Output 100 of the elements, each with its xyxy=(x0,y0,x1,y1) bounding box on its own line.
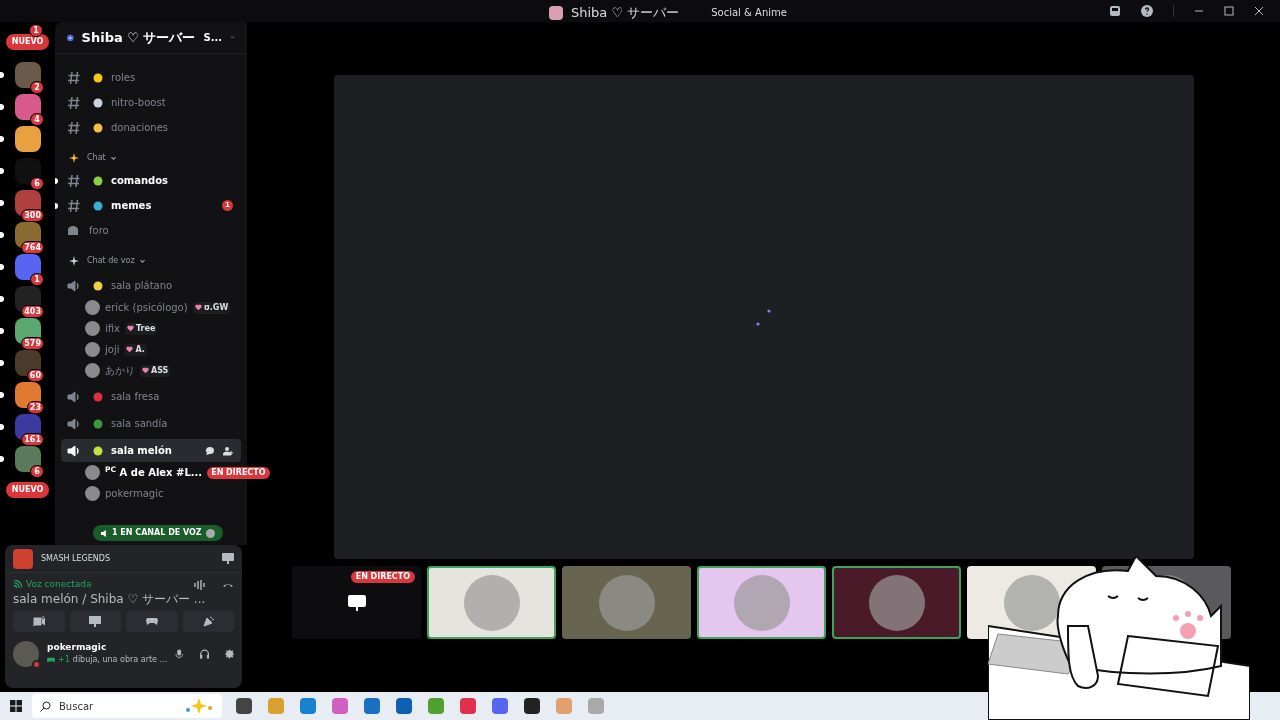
emoji-icon xyxy=(93,122,103,133)
live-badge: EN DIRECTO xyxy=(350,571,415,583)
new-badge[interactable]: NUEVO xyxy=(5,482,50,498)
member-tag: Tree xyxy=(125,322,158,335)
mention-badge: 6 xyxy=(30,177,44,190)
participant-tile[interactable] xyxy=(697,566,826,639)
settings-icon[interactable] xyxy=(224,647,234,660)
channel-item[interactable]: foro xyxy=(61,219,241,242)
soundboard-button[interactable] xyxy=(182,610,234,632)
participant-tile[interactable] xyxy=(427,566,556,639)
avatar xyxy=(85,486,100,501)
participant-tile[interactable] xyxy=(832,566,961,639)
participant-tile[interactable] xyxy=(562,566,691,639)
hash-icon xyxy=(67,120,81,135)
category-label[interactable]: Chat xyxy=(87,152,106,164)
channel-item[interactable]: sala melón xyxy=(61,439,241,462)
server-icon[interactable] xyxy=(14,94,41,120)
channel-item[interactable]: sala fresa xyxy=(61,385,241,408)
search-field[interactable]: Buscar xyxy=(32,694,222,718)
server-icon[interactable] xyxy=(14,414,41,440)
search-placeholder: Buscar xyxy=(59,699,94,714)
server-icon[interactable] xyxy=(14,286,41,312)
gamepad-button[interactable] xyxy=(126,610,178,632)
channel-item[interactable]: sala plátano xyxy=(61,274,241,297)
hash-icon xyxy=(67,173,81,188)
emoji-icon xyxy=(93,200,103,211)
mention-badge: 403 xyxy=(21,305,44,318)
speaker-icon xyxy=(67,416,81,431)
sound-wave-icon[interactable] xyxy=(194,578,206,591)
sparkle-icon xyxy=(69,256,79,266)
stream-tile[interactable]: EN DIRECTO xyxy=(292,566,421,639)
member-name[interactable]: pokermagic xyxy=(105,486,164,501)
avatar xyxy=(85,342,100,357)
user-status: dibuja, una obra arte ... xyxy=(72,654,168,667)
member-name[interactable]: あかり xyxy=(105,363,135,378)
channel-name: comandos xyxy=(111,174,169,188)
emoji-icon xyxy=(93,391,103,402)
member-tag: ASS xyxy=(140,364,171,377)
user-avatar[interactable] xyxy=(13,640,39,667)
mention-badge: 23 xyxy=(26,401,44,414)
game-title: SMASH LEGENDS xyxy=(41,552,111,565)
mention-badge: 60 xyxy=(26,369,44,382)
mention-badge: 579 xyxy=(21,337,44,350)
new-badge[interactable]: NUEVO xyxy=(5,34,50,50)
hash-icon xyxy=(67,198,81,213)
channel-name: sala sandía xyxy=(111,417,168,431)
channel-item[interactable]: comandos xyxy=(61,169,241,192)
game-icon xyxy=(13,548,33,569)
sparkle-icon xyxy=(184,698,214,714)
server-name[interactable]: Shiba ♡ サーバー xyxy=(81,27,196,48)
server-icon[interactable] xyxy=(14,318,41,344)
signal-icon xyxy=(13,580,22,590)
server-icon[interactable] xyxy=(14,126,41,152)
soundboard-icon xyxy=(202,615,215,627)
server-icon[interactable] xyxy=(14,350,41,376)
inbox-icon[interactable] xyxy=(1109,5,1121,17)
hash-icon xyxy=(67,95,81,110)
add-user-icon[interactable] xyxy=(223,445,233,456)
member-name[interactable]: $^{PC}$ A de Alex #L... xyxy=(105,465,203,480)
emoji-icon xyxy=(93,445,103,456)
mention-badge: 6 xyxy=(30,465,44,478)
server-avatar-icon xyxy=(549,5,563,20)
chevron-down-icon xyxy=(109,154,117,162)
channel-item[interactable]: sala sandía xyxy=(61,412,241,435)
server-icon[interactable] xyxy=(14,190,41,216)
channel-name: roles xyxy=(111,71,136,85)
member-name[interactable]: erick (psicólogo) xyxy=(105,300,188,315)
channel-item[interactable]: roles xyxy=(61,66,241,89)
close-icon[interactable] xyxy=(1254,6,1264,16)
username[interactable]: pokermagic xyxy=(47,640,168,655)
microphone-icon[interactable] xyxy=(175,647,184,660)
headphones-icon[interactable] xyxy=(199,647,209,660)
category-label[interactable]: Chat de voz xyxy=(87,255,135,267)
app-icon[interactable] xyxy=(524,698,540,714)
do-not-disturb-icon xyxy=(32,659,41,669)
screen-share-button[interactable] xyxy=(69,610,121,632)
screen-share-icon[interactable] xyxy=(222,553,234,564)
server-icon[interactable] xyxy=(14,158,41,184)
help-icon[interactable] xyxy=(1141,5,1153,17)
channel-name: donaciones xyxy=(111,121,169,135)
forum-icon xyxy=(67,223,81,238)
avatar xyxy=(85,465,100,480)
maximize-icon[interactable] xyxy=(1224,6,1234,16)
camera-off-button[interactable] xyxy=(13,610,65,632)
app-icon[interactable] xyxy=(396,698,412,714)
server-icon[interactable] xyxy=(14,446,41,472)
chat-bubble-icon[interactable] xyxy=(205,445,215,456)
window-title: Shiba ♡ サーバー xyxy=(571,4,680,22)
member-name[interactable]: joji xyxy=(105,342,120,357)
windows-start-icon[interactable] xyxy=(10,700,22,712)
voice-status[interactable]: Voz conectada xyxy=(26,578,92,592)
channel-item[interactable]: nitro-boost xyxy=(61,91,241,114)
server-icon[interactable] xyxy=(14,222,41,248)
channel-item[interactable]: donaciones xyxy=(61,116,241,139)
mention-badge: 1 xyxy=(29,24,43,37)
app-icon[interactable] xyxy=(236,698,252,714)
voice-location[interactable]: sala melón / Shiba ♡ サーバー ... xyxy=(13,591,234,606)
speaker-icon xyxy=(101,529,108,537)
member-name[interactable]: ifix xyxy=(105,321,120,336)
server-icon[interactable] xyxy=(14,382,41,408)
